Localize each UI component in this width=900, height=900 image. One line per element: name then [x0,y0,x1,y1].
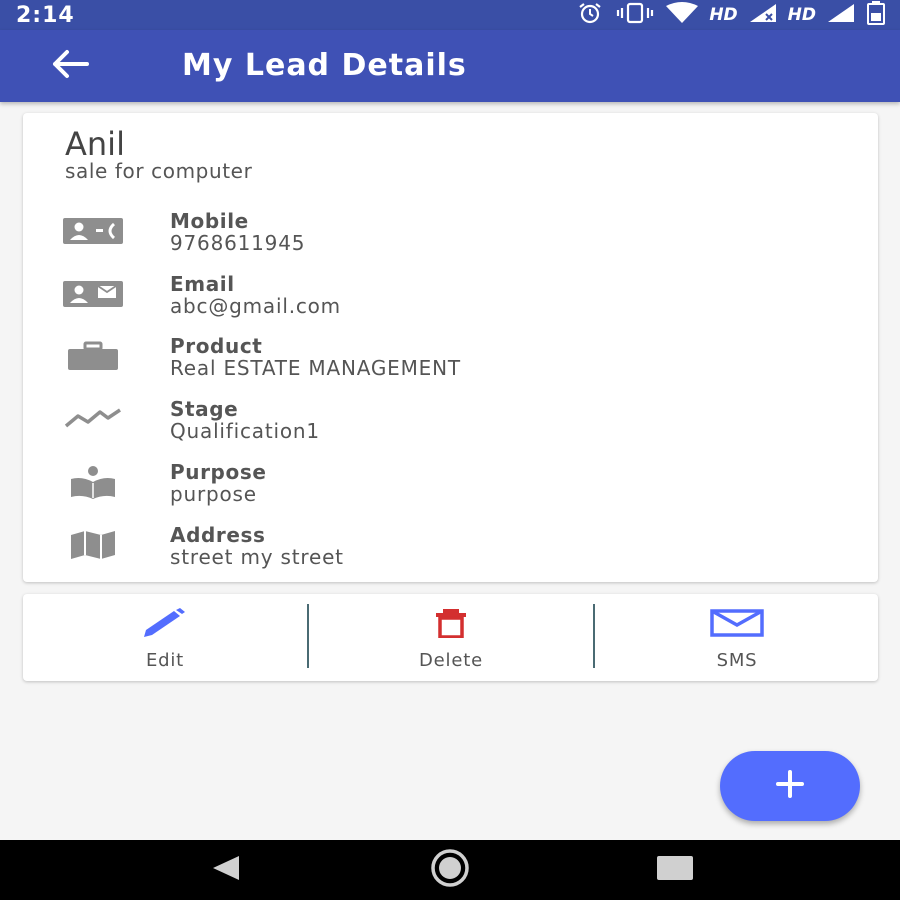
pencil-icon [23,608,307,638]
add-lead-fab[interactable] [720,751,860,821]
nav-home-button[interactable] [420,848,480,893]
detail-row-purpose[interactable]: Purpose purpose [23,460,878,516]
lead-name: Anil [65,125,125,163]
detail-label: Purpose [170,460,267,484]
detail-row-product[interactable]: Product Real ESTATE MANAGEMENT [23,334,878,390]
network-type-label: HD [787,5,816,25]
detail-label: Email [170,272,235,296]
sms-button[interactable]: SMS [595,594,879,681]
detail-value: street my street [170,545,344,569]
nav-recents-icon [655,853,695,888]
sms-label: SMS [716,650,758,671]
back-button[interactable] [40,44,100,88]
nav-recents-button[interactable] [645,850,705,890]
contact-mail-icon [61,276,125,312]
page-title: My Lead Details [182,48,467,83]
arrow-back-icon [49,48,91,85]
app-bar: My Lead Details [0,30,900,102]
detail-label: Stage [170,397,239,421]
nav-back-icon [205,853,245,888]
lead-details-card: Anil sale for computer Mobile 9768611945 [23,113,878,582]
status-bar: 2:14 HD HD [0,0,900,30]
map-icon [61,527,125,563]
delete-label: Delete [419,650,483,671]
vibrate-icon [615,2,655,29]
status-icons: HD HD [575,0,886,29]
signal-icon [826,2,856,29]
detail-row-stage[interactable]: Stage Qualification1 [23,397,878,453]
edit-label: Edit [145,650,185,671]
open-book-person-icon [61,464,125,500]
detail-value: purpose [170,482,257,506]
detail-row-address[interactable]: Address street my street [23,523,878,579]
detail-value: 9768611945 [170,231,306,255]
detail-label: Product [170,334,263,358]
detail-row-mobile[interactable]: Mobile 9768611945 [23,209,878,265]
detail-value: Qualification1 [170,419,320,443]
detail-value: abc@gmail.com [170,294,341,318]
network-type-label: HD [709,5,738,25]
nav-back-button[interactable] [195,850,255,890]
wifi-icon [665,1,699,29]
briefcase-icon [61,338,125,374]
delete-button[interactable]: Delete [309,594,593,681]
alarm-icon [575,2,605,29]
nav-home-icon [420,848,480,893]
edit-button[interactable]: Edit [23,594,307,681]
plus-icon [770,764,810,809]
status-time: 2:14 [16,3,75,28]
trash-icon [309,608,593,638]
actions-card: Edit Delete SMS [23,594,878,681]
detail-row-email[interactable]: Email abc@gmail.com [23,272,878,328]
detail-label: Mobile [170,209,249,233]
trending-line-icon [61,401,125,437]
envelope-icon [595,608,879,638]
system-nav-bar [0,840,900,900]
detail-label: Address [170,523,266,547]
battery-icon [866,0,886,30]
lead-description: sale for computer [65,159,253,183]
detail-value: Real ESTATE MANAGEMENT [170,356,461,380]
signal-icon [748,2,778,29]
contact-phone-icon [61,213,125,249]
